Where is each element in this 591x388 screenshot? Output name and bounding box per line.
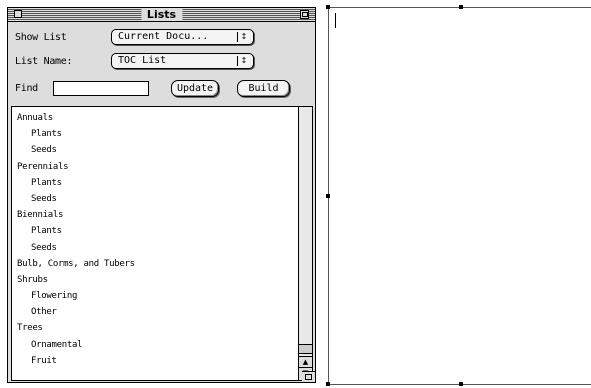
list-item[interactable]: Ornamental bbox=[14, 337, 296, 353]
list-items: Annuals Plants Seeds Perennials Plants Seeds B… bbox=[14, 110, 296, 369]
selection-handle[interactable] bbox=[326, 194, 330, 198]
show-list-value: Current Docu... bbox=[118, 31, 209, 42]
list-item[interactable]: Biennials bbox=[14, 207, 296, 223]
screen: Lists Show List Current Docu... ↕ List N… bbox=[0, 0, 591, 388]
list-item[interactable]: Other bbox=[14, 304, 296, 320]
zoom-box-icon[interactable] bbox=[300, 10, 309, 19]
updown-arrow-icon: ↕ bbox=[237, 32, 250, 42]
find-label: Find bbox=[15, 83, 38, 94]
find-input[interactable] bbox=[53, 81, 149, 96]
list-item[interactable]: Bulb, Corms, and Tubers bbox=[14, 256, 296, 272]
build-button[interactable]: Build bbox=[237, 80, 290, 97]
list-item[interactable]: Plants bbox=[14, 126, 296, 142]
list-item[interactable]: Plants bbox=[14, 175, 296, 191]
selection-handle[interactable] bbox=[459, 382, 463, 386]
list-box[interactable]: Annuals Plants Seeds Perennials Plants Seeds B… bbox=[11, 106, 313, 381]
list-item[interactable]: Annuals bbox=[14, 110, 296, 126]
list-item[interactable]: Fruit bbox=[14, 353, 296, 369]
list-item[interactable]: Plants bbox=[14, 223, 296, 239]
selection-handle[interactable] bbox=[326, 382, 330, 386]
list-item[interactable]: Flowering bbox=[14, 288, 296, 304]
close-box-icon[interactable] bbox=[14, 10, 22, 18]
list-item[interactable]: Seeds bbox=[14, 240, 296, 256]
document-page[interactable] bbox=[328, 7, 591, 385]
show-list-popup[interactable]: Current Docu... ↕ bbox=[111, 29, 254, 45]
palette-title: Lists bbox=[140, 8, 183, 21]
vertical-scrollbar[interactable]: ▲ ▼ bbox=[298, 107, 312, 380]
list-item[interactable]: Seeds bbox=[14, 191, 296, 207]
show-list-label: Show List bbox=[15, 32, 67, 43]
update-button[interactable]: Update bbox=[171, 80, 219, 97]
list-item[interactable]: Perennials bbox=[14, 159, 296, 175]
selection-handle[interactable] bbox=[459, 5, 463, 9]
list-item[interactable]: Trees bbox=[14, 320, 296, 336]
title-bar[interactable]: Lists bbox=[8, 8, 315, 22]
list-item[interactable]: Shrubs bbox=[14, 272, 296, 288]
list-name-value: TOC List bbox=[118, 55, 167, 66]
lists-palette: Lists Show List Current Docu... ↕ List N… bbox=[7, 7, 316, 383]
list-item[interactable]: Seeds bbox=[14, 142, 296, 158]
list-name-popup[interactable]: TOC List ↕ bbox=[111, 53, 254, 69]
updown-arrow-icon: ↕ bbox=[237, 56, 250, 66]
size-box-icon[interactable] bbox=[302, 371, 315, 382]
scroll-thumb[interactable] bbox=[299, 344, 312, 354]
text-cursor bbox=[335, 13, 336, 28]
list-name-label: List Name: bbox=[15, 56, 73, 67]
selection-handle[interactable] bbox=[326, 5, 330, 9]
